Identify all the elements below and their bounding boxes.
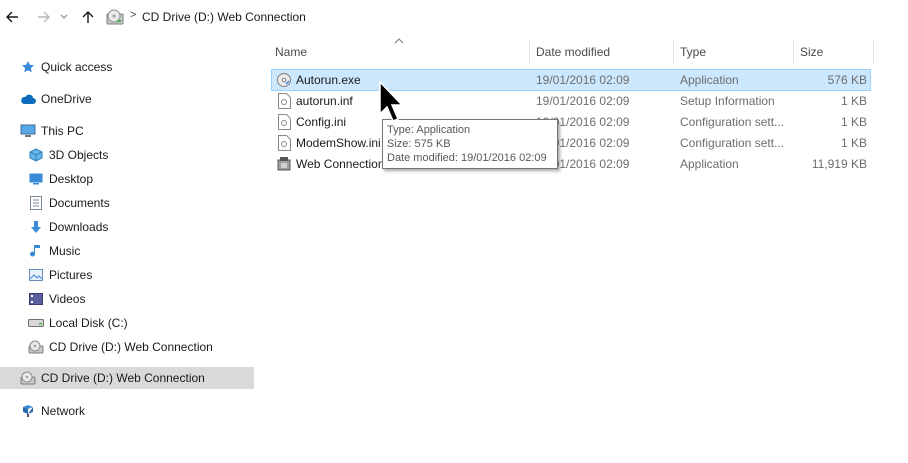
application-icon bbox=[276, 156, 292, 172]
file-name: autorun.inf bbox=[296, 94, 353, 108]
sidebar-item-downloads[interactable]: Downloads bbox=[28, 216, 284, 238]
documents-icon bbox=[28, 195, 44, 211]
sidebar-item-label: Videos bbox=[49, 292, 86, 306]
column-header-type[interactable]: Type bbox=[680, 40, 790, 64]
settings-file-icon bbox=[276, 114, 292, 130]
sidebar-item-network[interactable]: Network bbox=[20, 400, 276, 422]
cd-drive-icon bbox=[20, 370, 36, 386]
sidebar-item-label: Network bbox=[41, 404, 86, 418]
cube-icon bbox=[28, 147, 44, 163]
forward-button[interactable] bbox=[36, 8, 52, 26]
file-type: Configuration sett... bbox=[680, 136, 785, 150]
cloud-icon bbox=[20, 91, 36, 107]
file-type: Setup Information bbox=[680, 94, 775, 108]
column-header-size[interactable]: Size bbox=[800, 40, 870, 64]
file-info-tooltip: Type: Application Size: 575 KB Date modi… bbox=[382, 119, 558, 169]
breadcrumb-path[interactable]: CD Drive (D:) Web Connection bbox=[142, 10, 306, 24]
file-size: 1 KB bbox=[840, 115, 867, 129]
cd-drive-icon bbox=[106, 8, 124, 26]
sidebar-item-local-disk[interactable]: Local Disk (C:) bbox=[28, 312, 284, 334]
sidebar-item-pictures[interactable]: Pictures bbox=[28, 264, 284, 286]
file-date: 19/01/2016 02:09 bbox=[536, 73, 630, 87]
arrow-right-icon bbox=[38, 11, 50, 23]
sidebar-item-label: Desktop bbox=[49, 172, 94, 186]
chevron-down-icon bbox=[60, 14, 68, 19]
navigation-pane: Quick access OneDrive This PC 3D Objects… bbox=[0, 48, 256, 463]
address-bar-area: > CD Drive (D:) Web Connection bbox=[0, 0, 908, 34]
file-size: 11,919 KB bbox=[811, 157, 867, 171]
sidebar-item-label: Quick access bbox=[41, 60, 113, 74]
settings-file-icon bbox=[276, 93, 292, 109]
sidebar-item-label: Music bbox=[49, 244, 81, 258]
sidebar-item-quick-access[interactable]: Quick access bbox=[20, 56, 276, 78]
sidebar-item-label: Local Disk (C:) bbox=[49, 316, 128, 330]
sidebar-item-label: CD Drive (D:) Web Connection bbox=[41, 371, 205, 385]
file-row[interactable]: autorun.inf 19/01/2016 02:09 Setup Infor… bbox=[272, 91, 870, 111]
file-row[interactable]: Autorun.exe 19/01/2016 02:09 Application… bbox=[271, 69, 871, 91]
file-row[interactable]: Web Connection 19/01/2016 02:09 Applicat… bbox=[272, 154, 870, 174]
videos-icon bbox=[28, 291, 44, 307]
arrow-up-icon bbox=[82, 11, 94, 23]
file-name: ModemShow.ini bbox=[296, 136, 381, 150]
file-row[interactable]: Config.ini 19/01/2016 02:09 Configuratio… bbox=[272, 112, 870, 132]
desktop-icon bbox=[28, 171, 44, 187]
hard-disk-icon bbox=[28, 315, 44, 331]
file-type: Configuration sett... bbox=[680, 115, 785, 129]
arrow-left-icon bbox=[6, 11, 18, 23]
sidebar-item-videos[interactable]: Videos bbox=[28, 288, 284, 310]
cd-drive-icon bbox=[28, 339, 44, 355]
column-divider[interactable] bbox=[793, 40, 794, 64]
sidebar-item-label: Downloads bbox=[49, 220, 109, 234]
download-icon bbox=[28, 219, 44, 235]
file-name: Web Connection bbox=[296, 157, 385, 171]
pictures-icon bbox=[28, 267, 44, 283]
sidebar-item-documents[interactable]: Documents bbox=[28, 192, 284, 214]
recent-locations-button[interactable] bbox=[58, 8, 70, 26]
file-size: 576 KB bbox=[827, 73, 867, 87]
star-icon bbox=[20, 59, 36, 75]
sidebar-item-onedrive[interactable]: OneDrive bbox=[20, 88, 276, 110]
sidebar-item-music[interactable]: Music bbox=[28, 240, 284, 262]
sidebar-item-label: Pictures bbox=[49, 268, 93, 282]
column-divider[interactable] bbox=[873, 40, 874, 64]
file-size: 1 KB bbox=[840, 136, 867, 150]
sidebar-item-label: Documents bbox=[49, 196, 110, 210]
column-header-date-modified[interactable]: Date modified bbox=[536, 40, 671, 64]
tooltip-date-modified: Date modified: 19/01/2016 02:09 bbox=[387, 152, 547, 164]
file-date: 19/01/2016 02:09 bbox=[536, 94, 630, 108]
column-divider[interactable] bbox=[529, 40, 530, 64]
file-size: 1 KB bbox=[840, 94, 867, 108]
cd-autorun-icon bbox=[276, 72, 292, 88]
sidebar-item-label: 3D Objects bbox=[49, 148, 109, 162]
music-icon bbox=[28, 243, 44, 259]
column-divider[interactable] bbox=[673, 40, 674, 64]
breadcrumb-separator[interactable]: > bbox=[130, 9, 136, 21]
tooltip-size: Size: 575 KB bbox=[387, 138, 451, 150]
sidebar-item-3d-objects[interactable]: 3D Objects bbox=[28, 144, 284, 166]
column-header-name[interactable]: Name bbox=[275, 40, 525, 64]
network-icon bbox=[20, 403, 36, 419]
sidebar-item-label: OneDrive bbox=[41, 92, 92, 106]
sidebar-item-label: This PC bbox=[41, 124, 84, 138]
sidebar-item-desktop[interactable]: Desktop bbox=[28, 168, 284, 190]
file-row[interactable]: ModemShow.ini 19/01/2016 02:09 Configura… bbox=[272, 133, 870, 153]
mouse-pointer-icon bbox=[379, 80, 404, 122]
file-name: Autorun.exe bbox=[296, 73, 361, 87]
sidebar-item-cd-drive-root[interactable]: CD Drive (D:) Web Connection bbox=[0, 367, 254, 389]
back-button[interactable] bbox=[4, 8, 20, 26]
sidebar-item-this-pc[interactable]: This PC bbox=[20, 120, 276, 142]
sidebar-item-label: CD Drive (D:) Web Connection bbox=[49, 340, 213, 354]
settings-file-icon bbox=[276, 135, 292, 151]
up-button[interactable] bbox=[80, 8, 96, 26]
file-type: Application bbox=[680, 157, 739, 171]
tooltip-type: Type: Application bbox=[387, 124, 471, 136]
sidebar-item-cd-drive[interactable]: CD Drive (D:) Web Connection bbox=[28, 336, 284, 358]
file-name: Config.ini bbox=[296, 115, 347, 129]
computer-icon bbox=[20, 123, 36, 139]
file-type: Application bbox=[680, 73, 739, 87]
